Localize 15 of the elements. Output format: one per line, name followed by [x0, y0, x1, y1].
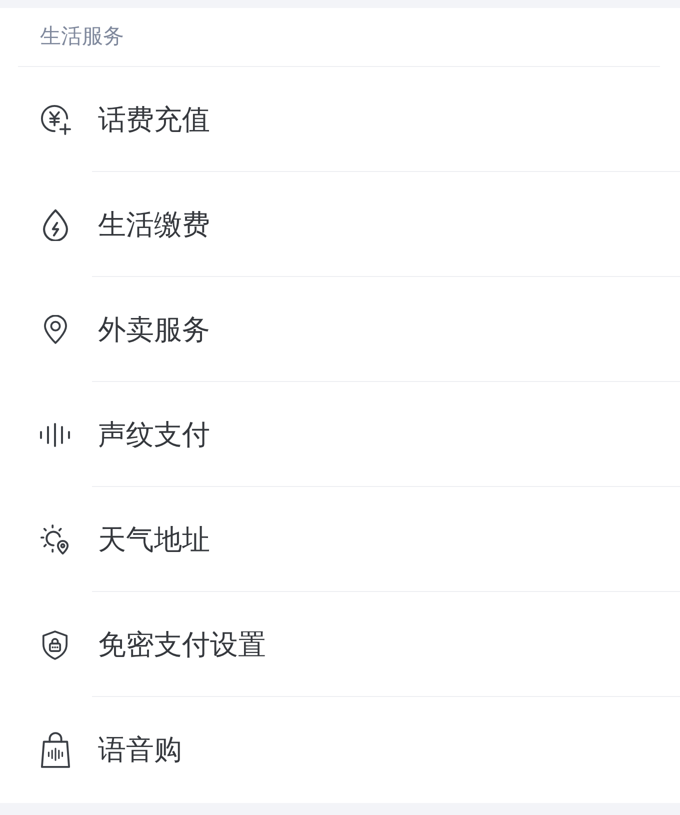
service-menu-item[interactable]: 生活缴费 — [0, 172, 680, 277]
service-menu-item[interactable]: 天气地址 — [0, 487, 680, 592]
yuan-coin-plus-icon — [40, 104, 70, 135]
section-title: 生活服务 — [40, 24, 124, 50]
service-menu-item[interactable]: 话费充值 — [0, 67, 680, 172]
service-menu-item[interactable]: 外卖服务 — [0, 277, 680, 382]
water-drop-bolt-icon — [42, 208, 68, 240]
service-menu-item[interactable]: 声纹支付 — [0, 382, 680, 487]
shield-lock-icon — [42, 628, 68, 660]
service-menu-item[interactable]: 免密支付设置 — [0, 592, 680, 697]
shopping-bag-icon — [40, 731, 70, 768]
sound-wave-icon — [39, 422, 71, 446]
location-pin-icon — [44, 315, 66, 344]
service-menu-item[interactable]: 语音购 — [0, 697, 680, 802]
sun-pin-icon — [40, 524, 70, 555]
